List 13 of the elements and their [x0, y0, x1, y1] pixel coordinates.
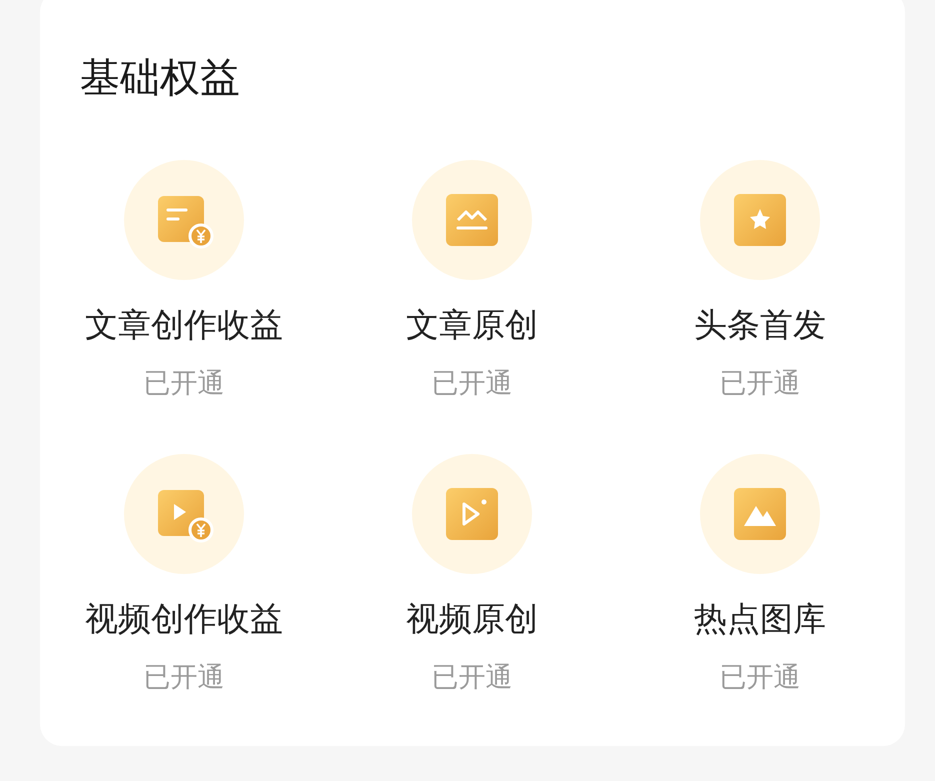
benefit-label: 文章创作收益 [85, 305, 283, 345]
benefit-label: 视频创作收益 [85, 599, 283, 639]
status-text: 已开通 [720, 367, 800, 401]
status-text: 已开通 [144, 367, 224, 401]
benefit-label: 热点图库 [694, 599, 826, 639]
status-text: 已开通 [432, 367, 512, 401]
status-text: 已开通 [720, 661, 800, 695]
benefit-label: 文章原创 [406, 305, 538, 345]
benefit-label: 头条首发 [694, 305, 826, 345]
status-text: 已开通 [432, 661, 512, 695]
benefit-label: 视频原创 [406, 599, 538, 639]
status-text: 已开通 [144, 661, 224, 695]
section-title: 基础权益 [80, 54, 241, 102]
